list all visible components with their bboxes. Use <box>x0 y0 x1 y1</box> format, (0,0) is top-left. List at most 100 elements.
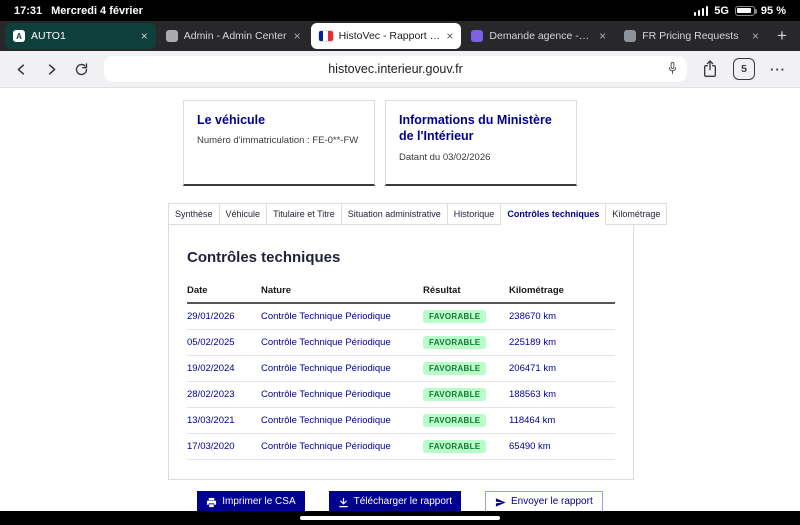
home-indicator[interactable] <box>300 516 500 520</box>
tabs-overview-button[interactable]: 5 <box>733 58 755 80</box>
col-header-date: Date <box>187 285 261 296</box>
table-row: 29/01/2026 Contrôle Technique Périodique… <box>187 304 615 330</box>
vehicle-card-title: Le véhicule <box>197 112 361 128</box>
ct-km: 225189 km <box>509 337 615 348</box>
ct-nature: Contrôle Technique Périodique <box>261 311 423 322</box>
status-time: 17:31 <box>14 5 42 17</box>
table-row: 19/02/2024 Contrôle Technique Périodique… <box>187 356 615 382</box>
new-tab-button[interactable]: + <box>769 23 795 49</box>
ct-result-cell: FAVORABLE <box>423 414 509 427</box>
battery-percent: 95 % <box>761 5 786 17</box>
browser-tab-pricing[interactable]: FR Pricing Requests × <box>616 23 767 49</box>
print-csa-label: Imprimer le CSA <box>222 496 295 508</box>
ct-result-cell: FAVORABLE <box>423 336 509 349</box>
controles-techniques-panel: Contrôles techniques Date Nature Résulta… <box>168 224 634 480</box>
tab-controles-techniques[interactable]: Contrôles techniques <box>501 203 606 225</box>
ct-result-cell: FAVORABLE <box>423 310 509 323</box>
close-tab-icon[interactable]: × <box>446 30 453 42</box>
download-report-button[interactable]: Télécharger le rapport <box>329 491 461 511</box>
vehicle-card: Le véhicule Numéro d'immatriculation : F… <box>183 100 375 186</box>
ct-date: 13/03/2021 <box>187 415 261 426</box>
close-tab-icon[interactable]: × <box>141 30 148 42</box>
reload-button[interactable] <box>74 62 89 77</box>
ct-nature: Contrôle Technique Périodique <box>261 363 423 374</box>
mic-icon[interactable] <box>667 61 678 79</box>
tab-historique[interactable]: Historique <box>448 203 502 225</box>
cellular-signal-icon <box>694 6 709 16</box>
battery-icon <box>735 6 755 16</box>
forward-button[interactable] <box>44 62 59 77</box>
browser-tab-admin[interactable]: Admin - Admin Center × <box>158 23 309 49</box>
tab-synthese[interactable]: Synthèse <box>168 203 220 225</box>
more-menu-button[interactable]: ··· <box>770 62 786 77</box>
col-header-nature: Nature <box>261 285 423 296</box>
ct-nature: Contrôle Technique Périodique <box>261 389 423 400</box>
send-report-label: Envoyer le rapport <box>511 496 593 508</box>
ct-result-cell: FAVORABLE <box>423 388 509 401</box>
histovec-page: Le véhicule Numéro d'immatriculation : F… <box>0 88 800 511</box>
table-row: 13/03/2021 Contrôle Technique Périodique… <box>187 408 615 434</box>
ct-nature: Contrôle Technique Périodique <box>261 441 423 452</box>
browser-tab-auto1[interactable]: A AUTO1 × <box>5 23 156 49</box>
browser-tab-title: Admin - Admin Center <box>184 30 288 42</box>
share-button[interactable] <box>702 60 718 78</box>
ministry-card-subtitle: Datant du 03/02/2026 <box>399 152 563 163</box>
ct-date: 05/02/2025 <box>187 337 261 348</box>
report-actions: Imprimer le CSA Télécharger le rapport E… <box>0 491 800 511</box>
vehicle-card-subtitle: Numéro d'immatriculation : FE-0**-FW <box>197 135 361 146</box>
browser-tab-histovec[interactable]: HistoVec - Rapport ve × <box>311 23 462 49</box>
browser-toolbar: histovec.interieur.gouv.fr 5 ··· <box>0 51 800 88</box>
result-badge: FAVORABLE <box>423 440 486 453</box>
result-badge: FAVORABLE <box>423 362 486 375</box>
printer-icon <box>206 497 217 508</box>
section-title: Contrôles techniques <box>187 249 615 266</box>
browser-tab-title: FR Pricing Requests <box>642 30 746 42</box>
ct-km: 65490 km <box>509 441 615 452</box>
ct-km: 206471 km <box>509 363 615 374</box>
address-bar[interactable]: histovec.interieur.gouv.fr <box>104 56 687 82</box>
tab-situation-administrative[interactable]: Situation administrative <box>342 203 448 225</box>
table-row: 28/02/2023 Contrôle Technique Périodique… <box>187 382 615 408</box>
auto1-favicon: A <box>13 30 25 42</box>
ct-km: 188563 km <box>509 389 615 400</box>
tab-kilometrage[interactable]: Kilométrage <box>606 203 667 225</box>
print-csa-button[interactable]: Imprimer le CSA <box>197 491 304 511</box>
ct-date: 17/03/2020 <box>187 441 261 452</box>
ct-result-cell: FAVORABLE <box>423 440 509 453</box>
pricing-favicon <box>624 30 636 42</box>
browser-tab-title: HistoVec - Rapport ve <box>339 30 441 42</box>
table-header-row: Date Nature Résultat Kilométrage <box>187 279 615 304</box>
ct-km: 238670 km <box>509 311 615 322</box>
close-tab-icon[interactable]: × <box>294 30 301 42</box>
back-button[interactable] <box>14 62 29 77</box>
ct-date: 28/02/2023 <box>187 389 261 400</box>
ct-nature: Contrôle Technique Périodique <box>261 415 423 426</box>
table-row: 17/03/2020 Contrôle Technique Périodique… <box>187 434 615 460</box>
close-tab-icon[interactable]: × <box>599 30 606 42</box>
send-report-button[interactable]: Envoyer le rapport <box>485 491 603 511</box>
demande-favicon <box>471 30 483 42</box>
ministry-card-title: Informations du Ministère de l'Intérieur <box>399 112 563 145</box>
download-icon <box>338 497 349 508</box>
tab-vehicule[interactable]: Véhicule <box>220 203 268 225</box>
report-tabs: Synthèse Véhicule Titulaire et Titre Sit… <box>168 203 668 225</box>
controles-table: Date Nature Résultat Kilométrage 29/01/2… <box>187 279 615 460</box>
result-badge: FAVORABLE <box>423 310 486 323</box>
url-text: histovec.interieur.gouv.fr <box>328 62 463 76</box>
result-badge: FAVORABLE <box>423 414 486 427</box>
ministry-card: Informations du Ministère de l'Intérieur… <box>385 100 577 186</box>
browser-tab-demande[interactable]: Demande agence -> E × <box>463 23 614 49</box>
home-indicator-bar <box>0 511 800 525</box>
col-header-resultat: Résultat <box>423 285 509 296</box>
close-tab-icon[interactable]: × <box>752 30 759 42</box>
download-report-label: Télécharger le rapport <box>354 496 452 508</box>
network-type-label: 5G <box>714 5 729 17</box>
result-badge: FAVORABLE <box>423 336 486 349</box>
ct-date: 19/02/2024 <box>187 363 261 374</box>
status-bar: 17:31 Mercredi 4 février 5G 95 % <box>0 0 800 21</box>
browser-tab-title: AUTO1 <box>31 30 135 42</box>
browser-tab-title: Demande agence -> E <box>489 30 593 42</box>
summary-cards: Le véhicule Numéro d'immatriculation : F… <box>0 88 800 186</box>
browser-tab-bar: A AUTO1 × Admin - Admin Center × HistoVe… <box>0 21 800 51</box>
tab-titulaire-et-titre[interactable]: Titulaire et Titre <box>267 203 342 225</box>
